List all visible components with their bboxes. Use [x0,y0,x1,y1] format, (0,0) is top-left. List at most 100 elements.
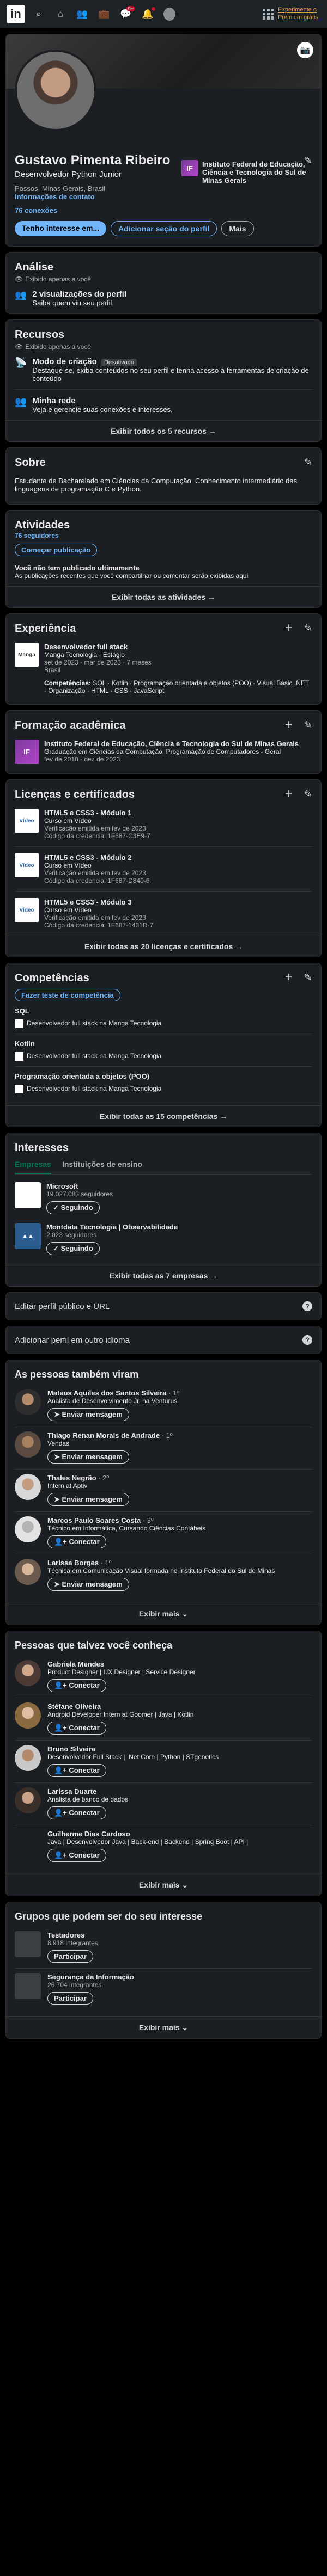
show-all-skills-link[interactable]: Exibir todas as 15 competências → [6,1105,321,1127]
person-name[interactable]: Gabriela Mendes [47,1660,196,1668]
apps-grid-icon[interactable] [263,8,274,20]
pencil-icon[interactable]: ✎ [304,720,312,731]
tab-schools[interactable]: Instituições de ensino [62,1160,142,1174]
show-all-activity-link[interactable]: Exibir todas as atividades → [6,586,321,607]
avatar[interactable] [15,1787,41,1813]
following-button[interactable]: ✓ Seguindo [46,1201,100,1214]
add-language-link[interactable]: Adicionar perfil em outro idioma [15,1336,130,1345]
network-icon[interactable]: 👥 [76,8,88,20]
person-name[interactable]: Stéfane Oliveira [47,1702,193,1711]
start-post-button[interactable]: Começar publicação [15,544,98,556]
person-name[interactable]: Larissa Borges [47,1559,99,1567]
show-all-resources-link[interactable]: Exibir todos os 5 recursos → [6,420,321,441]
avatar[interactable] [15,1516,41,1542]
search-icon[interactable]: ⌕ [33,8,45,20]
me-menu[interactable] [164,7,175,21]
send-message-button[interactable]: ➤ Enviar mensagem [47,1408,129,1421]
skill-test-button[interactable]: Fazer teste de competência [15,989,120,1001]
avatar[interactable] [15,1474,41,1500]
more-button[interactable]: Mais [221,221,254,236]
person-name[interactable]: Thiago Renan Morais de Andrade [47,1431,160,1440]
pencil-icon[interactable]: ✎ [304,623,312,634]
microsoft-logo[interactable] [15,1182,41,1208]
send-message-button[interactable]: ➤ Enviar mensagem [47,1493,129,1506]
show-more-link[interactable]: Exibir mais ⌄ [6,1603,321,1625]
issuer-logo[interactable]: Vídeo [15,898,39,922]
person-name[interactable]: Marcos Paulo Soares Costa [47,1516,141,1524]
avatar[interactable] [15,1559,41,1585]
add-icon[interactable]: + [285,717,293,733]
connect-button[interactable]: 👤+ Conectar [47,1679,106,1692]
company-logo[interactable]: Manga [15,643,39,667]
person-name[interactable]: Thales Negrão [47,1474,96,1482]
connections-link[interactable]: 76 conexões [15,206,175,214]
pencil-icon[interactable]: ✎ [304,457,312,468]
connect-button[interactable]: 👤+ Conectar [47,1806,106,1819]
add-section-button[interactable]: Adicionar seção do perfil [111,221,217,236]
profile-institution[interactable]: Instituto Federal de Educação, Ciência e… [202,160,312,214]
help-icon[interactable]: ? [302,1335,312,1345]
following-button[interactable]: ✓ Seguindo [46,1242,100,1255]
avatar[interactable] [15,1660,41,1686]
join-button[interactable]: Participar [47,1950,93,1963]
person-name[interactable]: Bruno Silveira [47,1745,219,1753]
skill-name[interactable]: Programação orientada a objetos (POO) [15,1072,312,1080]
pencil-icon[interactable]: ✎ [304,155,312,167]
notifications-icon[interactable]: 🔔 [142,7,155,20]
premium-link[interactable]: Experimente o Premium grátis [278,7,320,22]
connect-button[interactable]: 👤+ Conectar [47,1849,106,1862]
issuer-logo[interactable]: Vídeo [15,853,39,877]
edit-public-profile-link[interactable]: Editar perfil público e URL [15,1302,110,1311]
profile-photo[interactable] [15,50,96,131]
show-more-link[interactable]: Exibir mais ⌄ [6,1874,321,1896]
montdata-logo[interactable]: ▲▲ [15,1223,41,1249]
home-icon[interactable]: ⌂ [55,8,66,20]
add-icon[interactable]: + [285,970,293,985]
profile-views-link[interactable]: 2 visualizações do perfil [32,290,126,299]
help-icon[interactable]: ? [302,1301,312,1311]
add-language-row[interactable]: Adicionar perfil em outro idioma ? [5,1326,322,1354]
linkedin-logo[interactable]: in [7,4,25,23]
person-name[interactable]: Larissa Duarte [47,1787,128,1796]
show-all-licenses-link[interactable]: Exibir todas as 20 licenças e certificad… [6,936,321,957]
school-logo[interactable]: IF [15,740,39,764]
person-name[interactable]: Guilherme Dias Cardoso [47,1830,248,1838]
add-icon[interactable]: + [285,786,293,802]
person-name[interactable]: Mateus Aquiles dos Santos Silveira [47,1389,166,1397]
add-icon[interactable]: + [285,620,293,636]
send-message-button[interactable]: ➤ Enviar mensagem [47,1578,129,1591]
avatar[interactable] [15,1745,41,1771]
avatar[interactable] [15,1431,41,1458]
my-network-item[interactable]: 👥 Minha rede Veja e gerencie suas conexõ… [15,396,312,414]
tab-companies[interactable]: Empresas [15,1160,51,1174]
group-name[interactable]: Segurança da Informação [47,1973,134,1981]
open-to-button[interactable]: Tenho interesse em... [15,221,107,236]
group-name[interactable]: Testadores [47,1931,98,1939]
connect-button[interactable]: 👤+ Conectar [47,1535,106,1548]
pencil-icon[interactable]: ✎ [304,789,312,800]
edit-public-profile-row[interactable]: Editar perfil público e URL ? [5,1292,322,1320]
group-logo[interactable] [15,1973,41,1999]
contact-info-link[interactable]: Informações de contato [15,193,175,201]
issuer-logo[interactable]: Vídeo [15,809,39,833]
interest-name[interactable]: Microsoft [46,1182,113,1190]
avatar[interactable] [15,1830,41,1856]
skill-name[interactable]: Kotlin [15,1040,312,1048]
followers-count[interactable]: 76 seguidores [15,532,312,539]
join-button[interactable]: Participar [47,1992,93,2005]
connect-button[interactable]: 👤+ Conectar [47,1764,106,1777]
avatar[interactable] [15,1389,41,1415]
jobs-icon[interactable]: 💼 [98,8,110,20]
skill-name[interactable]: SQL [15,1007,312,1015]
pencil-icon[interactable]: ✎ [304,972,312,983]
connect-button[interactable]: 👤+ Conectar [47,1722,106,1735]
creator-mode-item[interactable]: 📡 Modo de criação Desativado Destaque-se… [15,357,312,383]
show-all-companies-link[interactable]: Exibir todas as 7 empresas → [6,1265,321,1286]
messaging-icon[interactable]: 💬 9+ [120,5,135,20]
show-more-link[interactable]: Exibir mais ⌄ [6,2016,321,2038]
interest-name[interactable]: Montdata Tecnologia | Observabilidade [46,1223,178,1231]
camera-icon[interactable]: 📷 [297,42,313,58]
group-logo[interactable] [15,1931,41,1957]
send-message-button[interactable]: ➤ Enviar mensagem [47,1450,129,1464]
avatar[interactable] [15,1702,41,1729]
